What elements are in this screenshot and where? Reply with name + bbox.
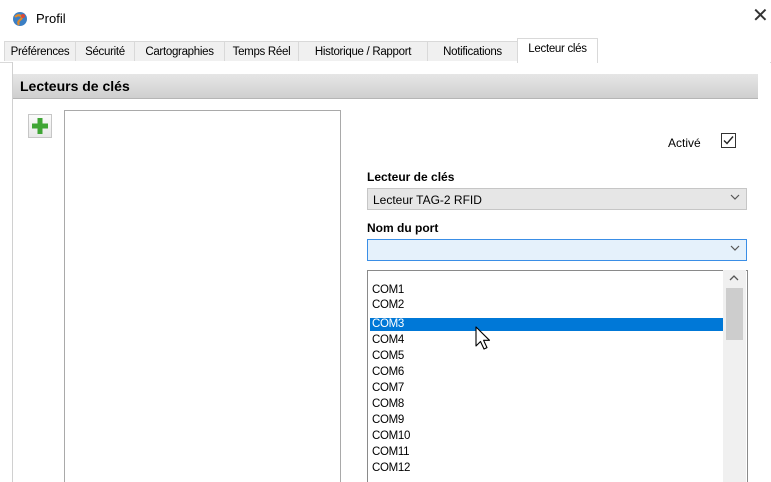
active-label: Activé xyxy=(668,136,701,150)
title-bar xyxy=(0,0,771,38)
scroll-thumb[interactable] xyxy=(726,288,743,340)
window-title: Profil xyxy=(36,11,66,26)
reader-select-value: Lecteur TAG-2 RFID xyxy=(373,193,482,207)
tab-strip: Préférences Sécurité Cartographies Temps… xyxy=(0,38,771,63)
plus-icon xyxy=(32,118,48,134)
tab-notifications[interactable]: Notifications xyxy=(427,41,518,61)
reader-select[interactable]: Lecteur TAG-2 RFID xyxy=(367,188,747,210)
chevron-down-icon xyxy=(730,245,740,251)
port-option-com12[interactable]: COM12 xyxy=(370,462,726,474)
tab-lecteur-cles[interactable]: Lecteur clés xyxy=(517,38,598,63)
tab-temps-reel[interactable]: Temps Réel xyxy=(224,41,299,61)
port-option-com5[interactable]: COM5 xyxy=(370,350,726,362)
section-title: Lecteurs de clés xyxy=(20,78,130,94)
reader-label: Lecteur de clés xyxy=(367,170,455,184)
port-option-com7[interactable]: COM7 xyxy=(370,382,726,394)
chevron-down-icon xyxy=(730,194,740,200)
tab-securite[interactable]: Sécurité xyxy=(75,41,135,61)
port-option-com1[interactable]: COM1 xyxy=(370,284,726,296)
readers-list[interactable] xyxy=(64,110,341,482)
port-dropdown-list[interactable]: COM1 COM2 COM3 COM4 COM5 COM6 COM7 COM8 … xyxy=(367,270,748,482)
checkmark-icon xyxy=(723,136,734,145)
port-select[interactable] xyxy=(367,239,747,261)
tab-historique-rapport[interactable]: Historique / Rapport xyxy=(298,41,428,61)
port-option-com8[interactable]: COM8 xyxy=(370,398,726,410)
port-option-com2[interactable]: COM2 xyxy=(370,299,726,311)
tab-preferences[interactable]: Préférences xyxy=(4,41,76,61)
port-option-com3[interactable]: COM3 xyxy=(370,318,726,331)
active-checkbox[interactable] xyxy=(721,133,736,148)
port-label: Nom du port xyxy=(367,221,439,235)
port-option-com6[interactable]: COM6 xyxy=(370,366,726,378)
close-icon[interactable]: ✕ xyxy=(752,6,769,26)
port-option-com11[interactable]: COM11 xyxy=(370,446,726,458)
scroll-up-icon[interactable] xyxy=(729,274,739,282)
add-reader-button[interactable] xyxy=(28,114,52,138)
port-option-com9[interactable]: COM9 xyxy=(370,414,726,426)
tab-cartographies[interactable]: Cartographies xyxy=(134,41,225,61)
mouse-cursor-icon xyxy=(475,326,491,350)
globe-icon xyxy=(13,12,27,26)
port-option-com4[interactable]: COM4 xyxy=(370,334,726,346)
port-option-com10[interactable]: COM10 xyxy=(370,430,726,442)
